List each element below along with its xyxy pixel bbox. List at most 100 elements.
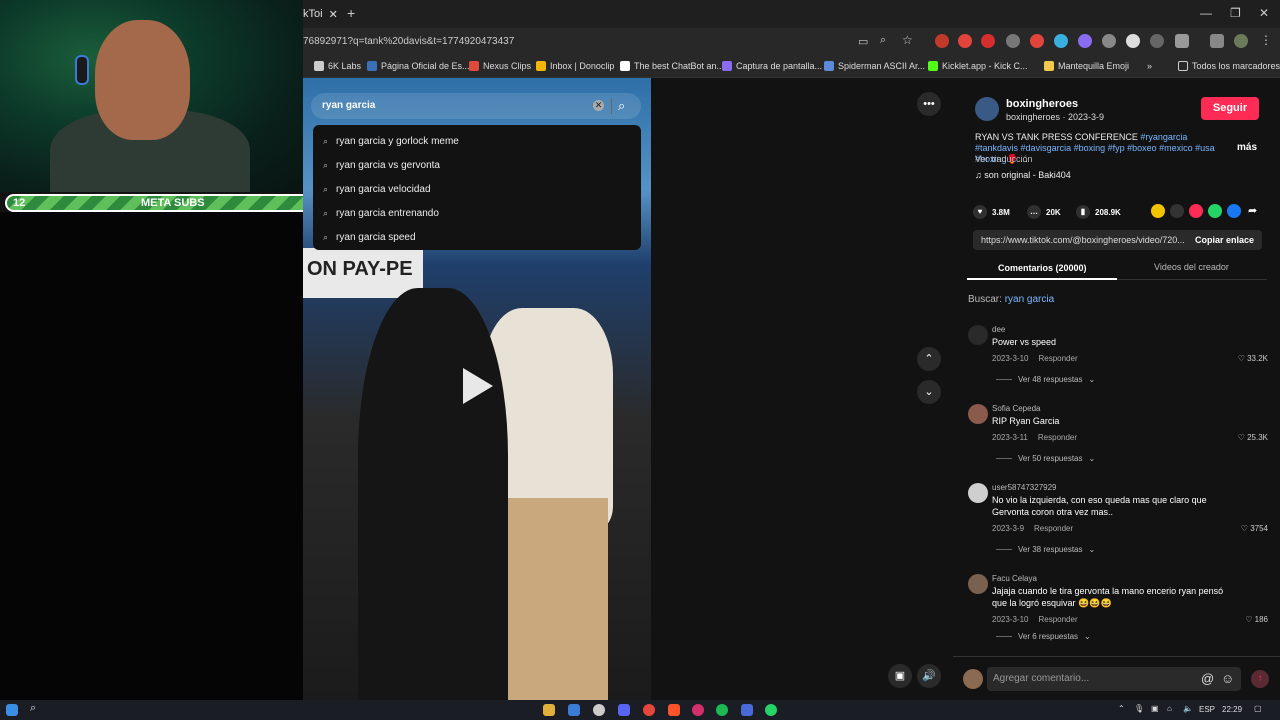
more-options-icon[interactable]: ••• (917, 92, 941, 116)
microphone-icon[interactable]: 🎙 (1134, 704, 1144, 713)
file-explorer-icon[interactable] (543, 704, 555, 716)
network-icon[interactable]: ⌂ (1167, 704, 1172, 713)
notifications-icon[interactable]: ▢ (1254, 704, 1262, 713)
like-stat[interactable]: ♥ 3.8M (973, 205, 1010, 219)
volume-icon[interactable]: 🔊 (917, 664, 941, 688)
whatsapp-icon[interactable] (765, 704, 777, 716)
comment-avatar[interactable] (968, 325, 988, 345)
comment-user[interactable]: dee (992, 325, 1005, 334)
copy-link-button[interactable]: Copiar enlace (1195, 235, 1254, 245)
more-button[interactable]: más (1237, 142, 1257, 153)
comment-stat[interactable]: … 20K (1027, 205, 1061, 219)
new-tab-icon[interactable]: + (347, 5, 355, 21)
profile-avatar[interactable] (1234, 34, 1248, 48)
bookmark-item[interactable]: Página Oficial de Es... (367, 61, 470, 71)
adblock-icon[interactable] (981, 34, 995, 48)
view-replies[interactable]: Ver 6 respuestas ⌄ (996, 632, 1091, 641)
comment-user[interactable]: Sofia Cepeda (992, 404, 1040, 413)
comment-avatar[interactable] (968, 404, 988, 424)
browser-menu-icon[interactable]: ⋮ (1260, 33, 1272, 47)
emoji-icon[interactable]: ☺ (1221, 671, 1234, 686)
comment-avatar[interactable] (968, 483, 988, 503)
sound-link[interactable]: ♫ son original - Baki404 (975, 170, 1071, 180)
restore-icon[interactable]: ❐ (1230, 6, 1241, 20)
app-icon[interactable] (692, 704, 704, 716)
discord-icon[interactable] (618, 704, 630, 716)
extension-icon[interactable] (1150, 34, 1164, 48)
obs-icon[interactable] (593, 704, 605, 716)
comment-likes[interactable]: ♡ 33.2K (1238, 354, 1268, 363)
search-icon[interactable]: ⌕ (618, 98, 625, 114)
clock[interactable]: 22:29 (1222, 705, 1242, 714)
browser-tab[interactable]: kToi ✕ (303, 4, 338, 24)
chrome-icon[interactable] (643, 704, 655, 716)
all-bookmarks-folder[interactable]: Todos los marcadores (1178, 61, 1280, 71)
bookmark-item[interactable]: Nexus Clips (469, 61, 531, 71)
spotify-icon[interactable] (716, 704, 728, 716)
comment-input[interactable]: Agregar comentario... @ ☺ (987, 667, 1241, 691)
suggestion-item[interactable]: ⌕ ryan garcia y gorlock meme (323, 129, 459, 153)
extension-icon[interactable] (1006, 34, 1020, 48)
play-icon[interactable] (463, 368, 493, 404)
comment-user[interactable]: Facu Celaya (992, 574, 1037, 583)
comment-avatar[interactable] (968, 574, 988, 594)
reply-link[interactable]: Responder (1038, 433, 1077, 442)
translate-link[interactable]: Ver traducción (975, 154, 1033, 164)
creator-avatar[interactable] (975, 97, 999, 121)
steam-icon[interactable] (568, 704, 580, 716)
save-stat[interactable]: ▮ 208.9K (1076, 205, 1121, 219)
comment-likes[interactable]: ♡ 3754 (1241, 524, 1268, 533)
follow-button[interactable]: Seguir (1201, 97, 1259, 120)
zoom-icon[interactable]: ⌕ (880, 34, 886, 47)
extension-icon[interactable] (1030, 34, 1044, 48)
tab-close-icon[interactable]: ✕ (329, 8, 338, 21)
share-icon[interactable] (1151, 204, 1165, 218)
video-link[interactable]: https://www.tiktok.com/@boxingheroes/vid… (981, 235, 1185, 245)
bookmark-item[interactable]: Spiderman ASCII Ar... (824, 61, 925, 71)
brave-icon[interactable] (668, 704, 680, 716)
suggestion-item[interactable]: ⌕ ryan garcia velocidad (323, 177, 431, 201)
tray-icon[interactable]: ▣ (1151, 704, 1159, 713)
share-arrow-icon[interactable]: ➦ (1248, 204, 1257, 217)
language-indicator[interactable]: ESP (1199, 705, 1215, 714)
send-icon[interactable] (1189, 204, 1203, 218)
tray-chevron-icon[interactable]: ⌃ (1118, 704, 1125, 713)
previous-video-icon[interactable]: ⌃ (917, 347, 941, 371)
clear-search-icon[interactable]: ✕ (593, 100, 604, 111)
bookmarks-overflow-icon[interactable]: » (1147, 61, 1152, 71)
extension-icon[interactable] (935, 34, 949, 48)
comment-likes[interactable]: ♡ 25.3K (1238, 433, 1268, 442)
view-replies[interactable]: Ver 38 respuestas ⌄ (996, 545, 1095, 554)
speaker-icon[interactable]: 🔈 (1183, 704, 1193, 713)
bookmark-item[interactable]: Captura de pantalla... (722, 61, 822, 71)
suggestion-item[interactable]: ⌕ ryan garcia entrenando (323, 201, 439, 225)
suggestion-item[interactable]: ⌕ ryan garcia vs gervonta (323, 153, 440, 177)
start-icon[interactable] (6, 704, 18, 716)
view-replies[interactable]: Ver 50 respuestas ⌄ (996, 454, 1095, 463)
comment-search-hint[interactable]: Buscar: ryan garcia (968, 294, 1054, 305)
creator-username[interactable]: boxingheroes (1006, 98, 1078, 110)
bookmark-item[interactable]: 6K Labs (314, 61, 361, 71)
bookmark-item[interactable]: Mantequilla Emoji (1044, 61, 1129, 71)
tab-creator-videos[interactable]: Videos del creador (1154, 262, 1229, 272)
extension-icon[interactable] (958, 34, 972, 48)
suggestion-item[interactable]: ⌕ ryan garcia speed (323, 225, 416, 249)
search-input[interactable]: ryan garcia (322, 100, 375, 111)
bookmark-item[interactable]: Kicklet.app - Kick C... (928, 61, 1028, 71)
comment-likes[interactable]: ♡ 186 (1245, 615, 1268, 624)
whatsapp-icon[interactable] (1208, 204, 1222, 218)
minimize-icon[interactable]: — (1200, 6, 1212, 20)
extension-icon[interactable] (1126, 34, 1140, 48)
bookmark-star-icon[interactable]: ☆ (902, 33, 913, 47)
embed-icon[interactable] (1170, 204, 1184, 218)
extension-icon[interactable] (1078, 34, 1092, 48)
extensions-puzzle-icon[interactable] (1175, 34, 1189, 48)
app-icon[interactable] (741, 704, 753, 716)
facebook-icon[interactable] (1227, 204, 1241, 218)
reply-link[interactable]: Responder (1038, 354, 1077, 363)
url-field[interactable]: 76892971?q=tank%20davis&t=1774920473437 (303, 36, 514, 47)
search-icon[interactable]: ⌕ (30, 702, 36, 715)
bookmark-item[interactable]: Inbox | Donoclip (536, 61, 614, 71)
mini-player-icon[interactable]: ▣ (888, 664, 912, 688)
view-replies[interactable]: Ver 48 respuestas ⌄ (996, 375, 1095, 384)
